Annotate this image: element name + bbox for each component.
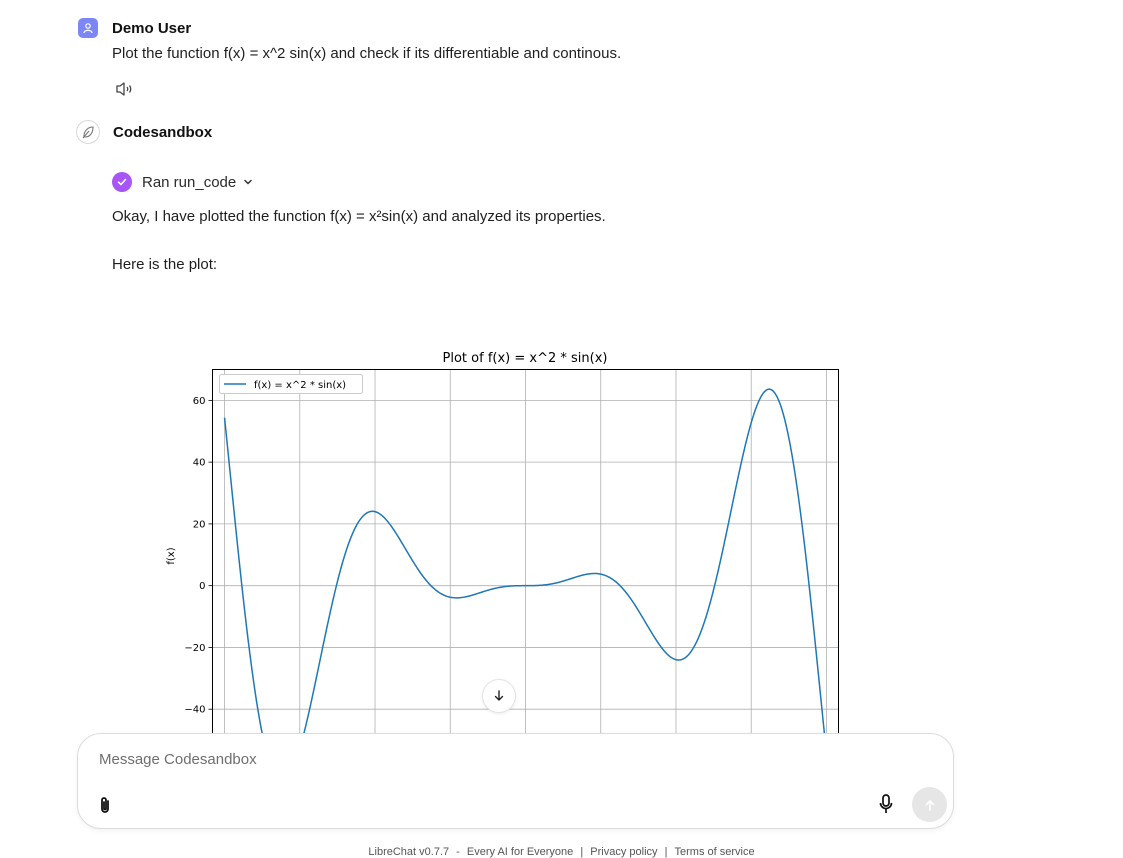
speaker-icon	[116, 82, 132, 96]
bot-message-header: Codesandbox	[76, 120, 212, 144]
feather-icon	[82, 126, 94, 139]
plot-image: Plot of f(x) = x^2 * sin(x) f(x) −60−40−…	[150, 340, 870, 733]
footer-tagline: Every AI for Everyone	[466, 846, 574, 858]
check-icon	[112, 172, 132, 192]
user-author-name: Demo User	[112, 19, 192, 37]
user-avatar	[78, 18, 98, 38]
y-tick-label: −20	[184, 643, 205, 654]
send-button[interactable]	[912, 787, 947, 822]
paperclip-icon	[101, 797, 109, 813]
legend-label: f(x) = x^2 * sin(x)	[254, 380, 346, 391]
y-tick-label: 0	[199, 581, 205, 592]
attach-file-button[interactable]	[94, 794, 116, 816]
user-icon	[83, 23, 93, 34]
bot-author-name: Codesandbox	[113, 123, 213, 141]
bot-avatar	[76, 120, 100, 144]
footer-privacy-link[interactable]: Privacy policy	[590, 846, 657, 858]
chevron-down-icon	[242, 176, 254, 188]
chart-legend: f(x) = x^2 * sin(x)	[219, 374, 363, 394]
function-plot: Plot of f(x) = x^2 * sin(x) f(x) −60−40−…	[150, 340, 870, 733]
user-message-header: Demo User	[78, 18, 191, 38]
user-message-text: Plot the function f(x) = x^2 sin(x) and …	[112, 45, 622, 62]
message-input[interactable]	[97, 750, 861, 769]
y-axis-label: f(x)	[166, 547, 177, 564]
footer-version-link[interactable]: LibreChat v0.7.7	[368, 846, 449, 858]
bot-intro-text: Okay, I have plotted the function f(x) =…	[112, 208, 606, 225]
footer-terms-link[interactable]: Terms of service	[675, 846, 755, 858]
footer: LibreChat v0.7.7 - Every AI for Everyone…	[368, 846, 755, 858]
y-tick-label: 60	[193, 396, 206, 407]
y-tick-label: 20	[193, 519, 206, 530]
scroll-to-bottom-button[interactable]	[482, 679, 516, 713]
bot-plot-intro-text: Here is the plot:	[112, 256, 218, 273]
chart-title: Plot of f(x) = x^2 * sin(x)	[443, 351, 608, 366]
tool-call-toggle[interactable]: Ran run_code	[112, 172, 254, 192]
voice-input-button[interactable]	[874, 792, 898, 816]
tool-call-label: Ran run_code	[142, 173, 237, 191]
y-tick-label: −40	[184, 705, 205, 716]
y-tick-label: 40	[193, 458, 206, 469]
arrow-down-icon	[494, 690, 504, 701]
message-composer	[77, 733, 954, 829]
microphone-icon	[879, 794, 893, 813]
read-aloud-button[interactable]	[114, 80, 136, 98]
arrow-up-icon	[925, 799, 934, 811]
